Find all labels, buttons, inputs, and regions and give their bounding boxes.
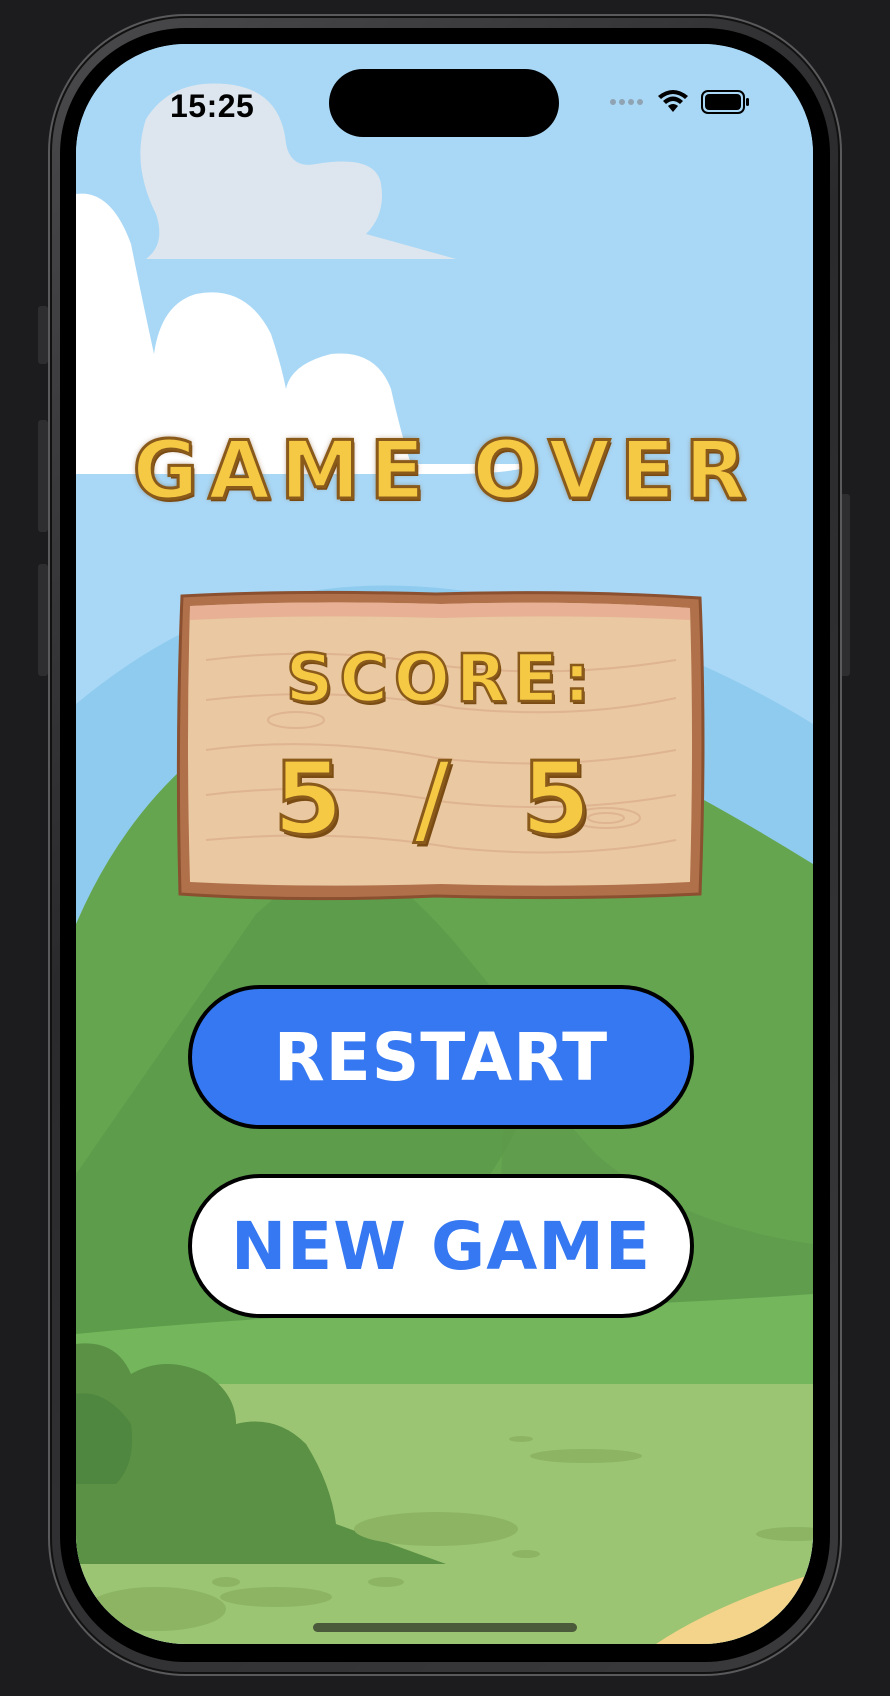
wifi-icon bbox=[658, 90, 688, 112]
signal-dots-icon bbox=[610, 99, 643, 105]
score-sign: SCORE: 5 / 5 bbox=[176, 590, 706, 902]
restart-button[interactable]: RESTART bbox=[188, 985, 694, 1129]
battery-icon bbox=[701, 90, 749, 114]
game-over-title: GAME OVER bbox=[131, 423, 757, 519]
new-game-button[interactable]: NEW GAME bbox=[188, 1174, 694, 1318]
field-patch bbox=[530, 1449, 642, 1463]
field-patch bbox=[509, 1436, 533, 1442]
action-button bbox=[38, 306, 48, 364]
field-patch bbox=[512, 1550, 540, 1558]
field-patch bbox=[212, 1577, 240, 1587]
volume-up-button bbox=[38, 420, 48, 532]
field-patch bbox=[368, 1577, 404, 1587]
dynamic-island bbox=[329, 69, 559, 137]
field-patch bbox=[220, 1587, 332, 1607]
score-value: 5 / 5 bbox=[272, 739, 609, 859]
home-indicator[interactable] bbox=[313, 1623, 577, 1632]
volume-down-button bbox=[38, 564, 48, 676]
status-time: 15:25 bbox=[170, 88, 255, 124]
field-patch bbox=[354, 1512, 518, 1546]
device-stage: 15:25 GAME OVER SCORE: 5 / 5 RESTART NEW… bbox=[0, 0, 890, 1696]
status-icons bbox=[609, 90, 749, 114]
game-screen: 15:25 GAME OVER SCORE: 5 / 5 RESTART NEW… bbox=[76, 44, 813, 1644]
score-label: SCORE: bbox=[285, 639, 597, 719]
field-patch bbox=[86, 1587, 226, 1631]
